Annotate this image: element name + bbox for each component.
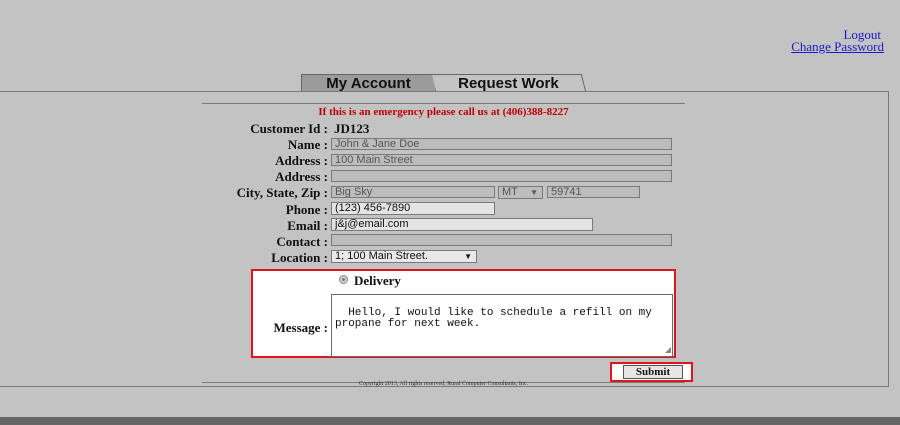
zip-field[interactable]: 59741 xyxy=(547,186,640,198)
tab-my-account[interactable]: My Account xyxy=(301,74,436,92)
city-state-zip-label: City, State, Zip : xyxy=(236,185,328,200)
top-links: Logout Change Password xyxy=(791,28,884,53)
delivery-radio-label: Delivery xyxy=(354,273,401,288)
email-field[interactable]: j&j@email.com xyxy=(331,218,593,231)
submit-button[interactable]: Submit xyxy=(623,365,683,379)
state-select[interactable]: MT ▼ xyxy=(498,186,543,199)
address1-field[interactable]: 100 Main Street xyxy=(331,154,672,166)
message-textarea[interactable]: Hello, I would like to schedule a refill… xyxy=(331,294,673,357)
bottom-bar xyxy=(0,417,900,425)
name-field[interactable]: John & Jane Doe xyxy=(331,138,672,150)
city-field[interactable]: Big Sky xyxy=(331,186,495,198)
delivery-radio[interactable] xyxy=(339,275,348,284)
customer-id-value: JD123 xyxy=(334,121,370,136)
copyright-text: Copyright 2013, All rights reserved, Rur… xyxy=(359,381,528,387)
tab-label: My Account xyxy=(326,75,411,92)
message-text: Hello, I would like to schedule a refill… xyxy=(335,307,652,330)
state-value: MT xyxy=(502,186,518,198)
address1-label: Address : xyxy=(275,153,328,168)
phone-label: Phone : xyxy=(285,202,328,217)
change-password-link[interactable]: Change Password xyxy=(791,40,884,53)
location-select[interactable]: 1; 100 Main Street. ▼ xyxy=(331,250,477,263)
address2-label: Address : xyxy=(275,169,328,184)
emergency-notice: If this is an emergency please call us a… xyxy=(318,106,569,118)
tab-label: Request Work xyxy=(458,75,559,92)
radio-icon xyxy=(342,278,345,281)
tab-request-work[interactable]: Request Work xyxy=(431,74,586,92)
message-label: Message : xyxy=(273,320,328,335)
location-label: Location : xyxy=(271,250,328,265)
resize-grip-icon[interactable]: ◢ xyxy=(665,344,671,355)
customer-id-label: Customer Id : xyxy=(250,121,328,136)
email-label: Email : xyxy=(287,218,328,233)
chevron-down-icon: ▼ xyxy=(530,188,538,197)
contact-label: Contact : xyxy=(276,234,328,249)
phone-field[interactable]: (123) 456-7890 xyxy=(331,202,495,215)
chevron-down-icon: ▼ xyxy=(464,252,472,261)
contact-field[interactable] xyxy=(331,234,672,246)
name-label: Name : xyxy=(287,137,328,152)
location-value: 1; 100 Main Street. xyxy=(335,250,428,262)
address2-field[interactable] xyxy=(331,170,672,182)
